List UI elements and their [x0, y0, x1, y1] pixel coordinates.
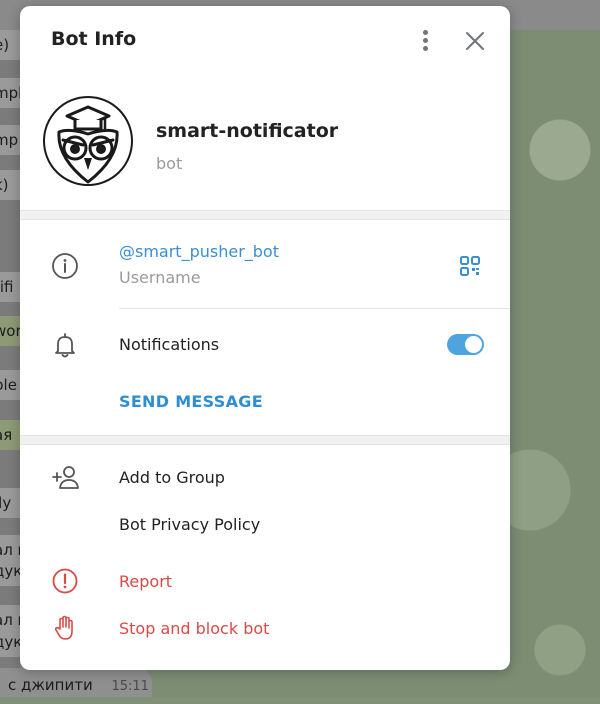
report-icon — [52, 568, 78, 594]
report-button[interactable]: Report — [119, 572, 172, 591]
message-text: с джипити — [8, 676, 93, 694]
row-divider — [119, 308, 510, 309]
section-separator — [20, 210, 510, 220]
section-separator — [20, 435, 510, 445]
bot-subtitle: bot — [156, 154, 183, 173]
more-vertical-icon[interactable] — [415, 28, 435, 54]
bot-profile: smart-notificator bot — [20, 76, 510, 212]
close-icon[interactable] — [464, 30, 486, 52]
dialog-header: Bot Info — [20, 6, 510, 76]
dialog-title: Bot Info — [51, 28, 137, 50]
message-time: 15:11 — [111, 679, 149, 694]
privacy-policy-button[interactable]: Bot Privacy Policy — [119, 515, 260, 534]
toggle-knob — [465, 336, 482, 353]
send-message-button[interactable]: SEND MESSAGE — [119, 392, 263, 411]
chat-message-bubble: с джипити 15:11 — [0, 668, 152, 697]
username-link[interactable]: @smart_pusher_bot — [119, 242, 279, 261]
bot-info-dialog: Bot Info smart-notificator bot @smart_pu… — [20, 6, 510, 670]
add-to-group-button[interactable]: Add to Group — [119, 468, 225, 487]
bot-name: smart-notificator — [156, 120, 339, 142]
block-hand-icon — [54, 615, 73, 640]
owl-avatar[interactable] — [43, 96, 133, 186]
info-icon — [52, 253, 78, 279]
add-user-icon — [52, 466, 79, 489]
qr-code-icon[interactable] — [459, 255, 481, 277]
notifications-toggle[interactable] — [447, 334, 484, 355]
username-caption: Username — [119, 268, 201, 287]
stop-block-button[interactable]: Stop and block bot — [119, 619, 269, 638]
notifications-label: Notifications — [119, 335, 220, 354]
bell-icon — [55, 333, 75, 358]
